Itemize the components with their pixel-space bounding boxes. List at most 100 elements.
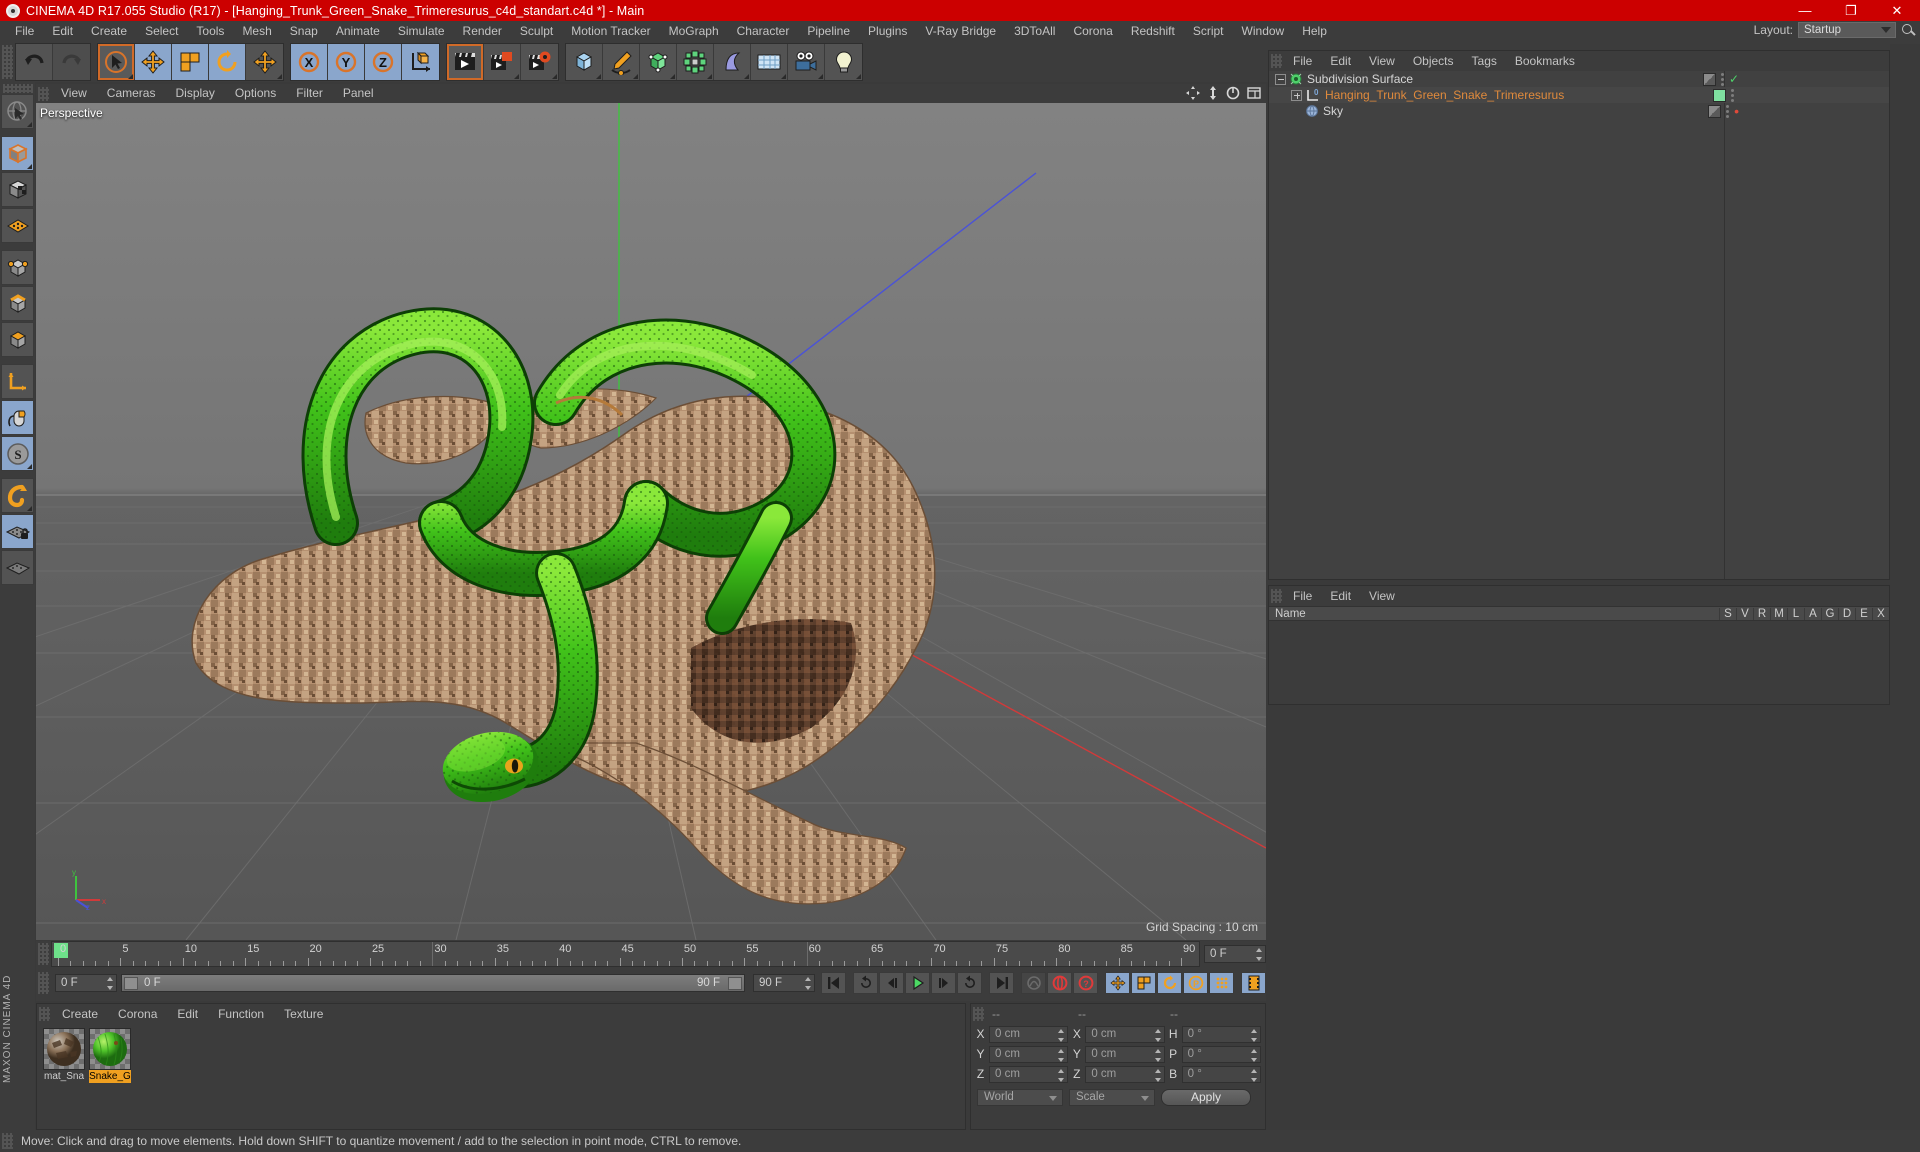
- object-dots-icon[interactable]: [1726, 104, 1730, 118]
- menu-item-animate[interactable]: Animate: [327, 21, 389, 42]
- maximize-button[interactable]: ❐: [1828, 0, 1874, 21]
- coordinates-grip[interactable]: [973, 1007, 984, 1021]
- viewport-solo-icon[interactable]: [1, 400, 34, 435]
- model-mode-icon[interactable]: [1, 136, 34, 171]
- preview-end-stepper-icon[interactable]: [805, 977, 812, 990]
- goto-end-icon[interactable]: [989, 972, 1014, 994]
- stepper-icon[interactable]: [1154, 1068, 1162, 1082]
- goto-start-icon[interactable]: [821, 972, 846, 994]
- param-key-icon[interactable]: P: [1183, 972, 1208, 994]
- preview-start-field[interactable]: 0 F: [55, 974, 117, 992]
- apply-button[interactable]: Apply: [1161, 1088, 1251, 1106]
- autokey-icon[interactable]: [1021, 972, 1046, 994]
- material-tag-icon[interactable]: [1708, 104, 1722, 118]
- tag-column-m[interactable]: M: [1770, 607, 1787, 620]
- material-item[interactable]: Snake_G: [89, 1028, 131, 1083]
- rotation-field[interactable]: 0 °: [1181, 1065, 1261, 1083]
- menu-item-sculpt[interactable]: Sculpt: [511, 21, 562, 42]
- viewport-menu-grip[interactable]: [38, 86, 49, 101]
- axis-z-icon[interactable]: Z: [365, 44, 402, 80]
- viewport-menu-panel[interactable]: Panel: [333, 84, 384, 103]
- size-field[interactable]: 0 cm: [1085, 1045, 1165, 1063]
- light-icon[interactable]: [825, 44, 862, 80]
- visible-check-icon[interactable]: ✓: [1729, 72, 1739, 86]
- object-menu-edit[interactable]: Edit: [1321, 51, 1360, 71]
- menu-item-simulate[interactable]: Simulate: [389, 21, 454, 42]
- stepper-icon[interactable]: [1154, 1048, 1162, 1062]
- keyframe-selection-icon[interactable]: ?: [1073, 972, 1098, 994]
- object-menu-view[interactable]: View: [1360, 51, 1404, 71]
- object-row[interactable]: 0 Hanging_Trunk_Green_Snake_Trimeresurus: [1269, 87, 1889, 103]
- expand-toggle[interactable]: [1291, 89, 1302, 101]
- menu-item-3dtoall[interactable]: 3DToAll: [1005, 21, 1064, 42]
- menu-item-mesh[interactable]: Mesh: [233, 21, 280, 42]
- menu-item-tools[interactable]: Tools: [187, 21, 233, 42]
- rotation-field[interactable]: 0 °: [1181, 1025, 1261, 1043]
- render-view-icon[interactable]: [447, 44, 484, 80]
- render-region-icon[interactable]: [484, 44, 521, 80]
- scrubber-right-handle[interactable]: [728, 977, 742, 990]
- object-row[interactable]: Subdivision Surface ✓: [1269, 71, 1889, 87]
- tag-menu-file[interactable]: File: [1284, 586, 1321, 606]
- menu-item-corona[interactable]: Corona: [1064, 21, 1121, 42]
- size-field[interactable]: 0 cm: [1085, 1025, 1165, 1043]
- left-toolbar-grip[interactable]: [2, 84, 33, 93]
- minimize-button[interactable]: —: [1782, 0, 1828, 21]
- object-tree[interactable]: Subdivision Surface ✓ 0 Hanging_Trunk_Green…: [1269, 71, 1889, 579]
- axis-x-icon[interactable]: X: [291, 44, 328, 80]
- viewport-menu-view[interactable]: View: [51, 84, 97, 103]
- object-menu-bookmarks[interactable]: Bookmarks: [1506, 51, 1584, 71]
- move-icon[interactable]: [135, 44, 172, 80]
- menu-item-render[interactable]: Render: [454, 21, 511, 42]
- menu-item-snap[interactable]: Snap: [281, 21, 327, 42]
- edge-mode-icon[interactable]: [1, 286, 34, 321]
- move-dup-icon[interactable]: [246, 44, 283, 80]
- step-back-icon[interactable]: [879, 972, 904, 994]
- object-manager-grip[interactable]: [1271, 54, 1282, 68]
- menu-item-redshift[interactable]: Redshift: [1122, 21, 1184, 42]
- record-icon[interactable]: [1047, 972, 1072, 994]
- menu-item-window[interactable]: Window: [1233, 21, 1294, 42]
- generator-icon[interactable]: [640, 44, 677, 80]
- tag-column-l[interactable]: L: [1787, 607, 1804, 620]
- stepper-icon[interactable]: [1058, 1068, 1065, 1082]
- object-row[interactable]: Sky •: [1269, 103, 1889, 119]
- ground-icon[interactable]: [751, 44, 788, 80]
- material-preview[interactable]: [89, 1028, 131, 1070]
- tag-column-e[interactable]: E: [1855, 607, 1872, 620]
- position-field[interactable]: 0 cm: [989, 1045, 1069, 1063]
- material-menu-grip[interactable]: [39, 1007, 50, 1021]
- live-selection-icon[interactable]: [1, 94, 34, 129]
- tag-column-v[interactable]: V: [1736, 607, 1753, 620]
- axis-y-icon[interactable]: Y: [328, 44, 365, 80]
- menu-item-mograph[interactable]: MoGraph: [660, 21, 728, 42]
- material-menu-corona[interactable]: Corona: [108, 1004, 167, 1024]
- viewport-3d[interactable]: Perspective Grid Spacing : 10 cm y x z: [36, 103, 1266, 940]
- material-name[interactable]: Snake_G: [89, 1070, 131, 1083]
- material-menu-texture[interactable]: Texture: [274, 1004, 333, 1024]
- rotate-view-icon[interactable]: [1226, 86, 1240, 100]
- redo-icon[interactable]: [53, 44, 90, 80]
- tag-menu-view[interactable]: View: [1360, 586, 1404, 606]
- menu-item-v-ray-bridge[interactable]: V-Ray Bridge: [916, 21, 1005, 42]
- menu-item-motion-tracker[interactable]: Motion Tracker: [562, 21, 659, 42]
- camera-icon[interactable]: [788, 44, 825, 80]
- size-field[interactable]: 0 cm: [1085, 1065, 1165, 1083]
- scrubber-left-handle[interactable]: [124, 977, 138, 990]
- status-grip[interactable]: [2, 1133, 13, 1149]
- polygon-mode-icon[interactable]: [1, 208, 34, 243]
- undo-icon[interactable]: [16, 44, 53, 80]
- axis-modify-icon[interactable]: [1, 364, 34, 399]
- tag-column-d[interactable]: D: [1838, 607, 1855, 620]
- play-forward-icon[interactable]: [957, 972, 982, 994]
- tag-column-x[interactable]: X: [1872, 607, 1889, 620]
- material-menu-create[interactable]: Create: [52, 1004, 108, 1024]
- viewport-menu-filter[interactable]: Filter: [286, 84, 333, 103]
- material-menu-edit[interactable]: Edit: [167, 1004, 208, 1024]
- step-forward-icon[interactable]: [931, 972, 956, 994]
- stepper-icon[interactable]: [1058, 1028, 1065, 1042]
- texture-mode-icon[interactable]: [1, 172, 34, 207]
- select-cursor-icon[interactable]: [98, 44, 135, 80]
- tag-column-s[interactable]: S: [1719, 607, 1736, 620]
- menu-item-character[interactable]: Character: [728, 21, 799, 42]
